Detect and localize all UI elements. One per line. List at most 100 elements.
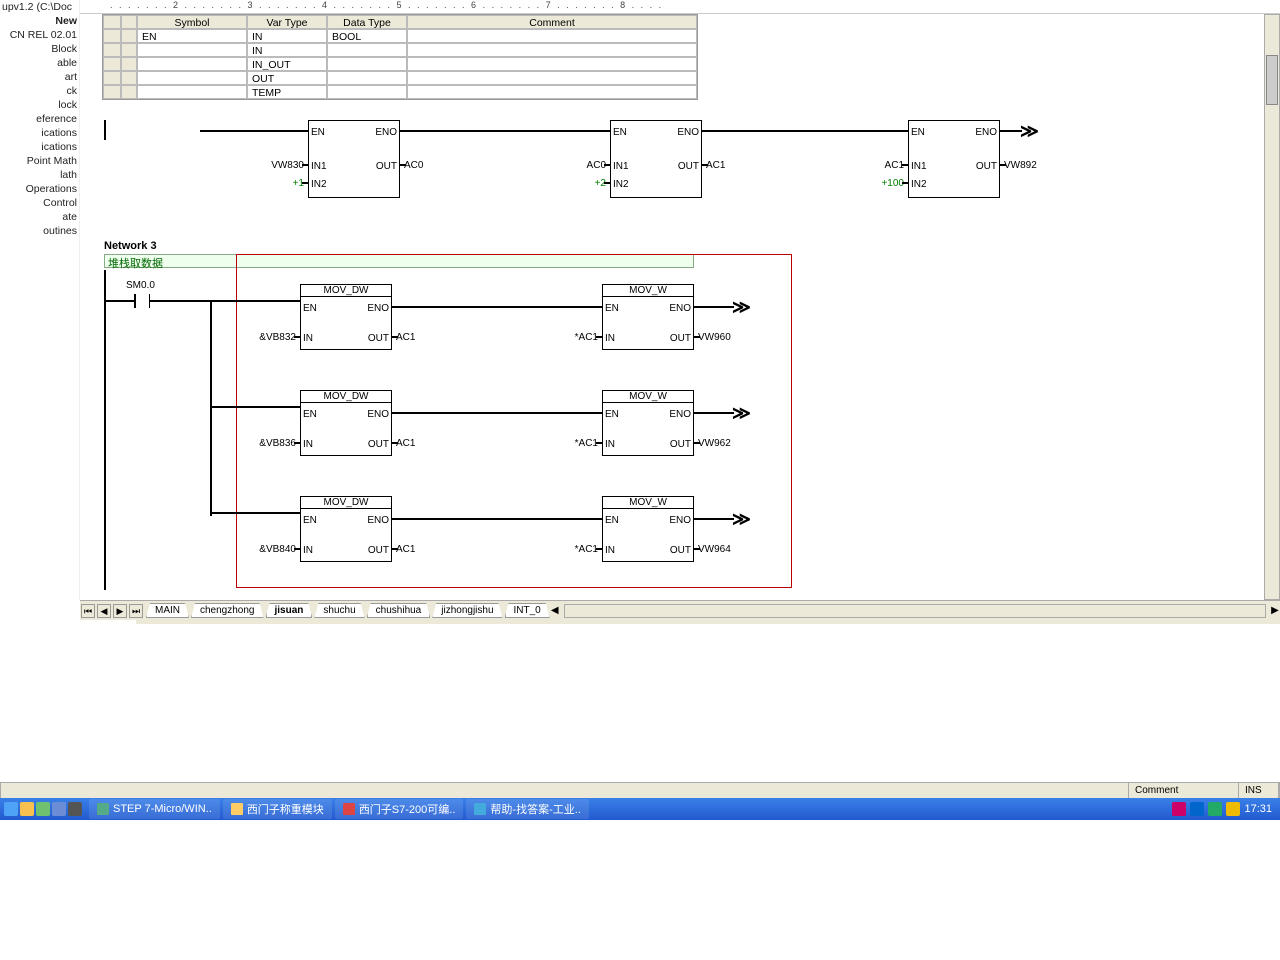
tab-more-icon[interactable]: ◀ xyxy=(550,605,560,616)
nav-prev-icon[interactable]: ◀ xyxy=(97,604,111,618)
ql-ie-icon[interactable] xyxy=(4,802,18,816)
var-cell[interactable] xyxy=(137,57,247,71)
ql-icon3[interactable] xyxy=(36,802,50,816)
var-cell[interactable] xyxy=(103,29,121,43)
nav-next-icon[interactable]: ▶ xyxy=(113,604,127,618)
var-cell[interactable] xyxy=(121,57,137,71)
var-cell[interactable] xyxy=(327,43,407,57)
var-cell[interactable] xyxy=(103,71,121,85)
block-input: &VB836 xyxy=(248,438,296,449)
var-cell[interactable]: OUT xyxy=(247,71,327,85)
var-cell[interactable] xyxy=(407,43,697,57)
fbd-block[interactable]: MOV_WENENOINOUT xyxy=(602,496,694,562)
var-cell[interactable]: IN xyxy=(247,43,327,57)
var-cell[interactable] xyxy=(121,29,137,43)
vertical-scrollbar[interactable] xyxy=(1264,14,1280,600)
tree-item[interactable]: art xyxy=(0,70,79,84)
fbd-block[interactable]: MOV_WENENOINOUT xyxy=(602,284,694,350)
var-cell[interactable]: BOOL xyxy=(327,29,407,43)
var-cell[interactable]: EN xyxy=(137,29,247,43)
scrollbar-thumb[interactable] xyxy=(1266,55,1278,105)
tree-item[interactable]: CN REL 02.01 xyxy=(0,28,79,42)
wire xyxy=(210,300,212,516)
tree-item[interactable]: ications xyxy=(0,126,79,140)
variable-table[interactable]: SymbolVar TypeData TypeCommentENINBOOLIN… xyxy=(102,14,698,100)
tree-item[interactable]: lath xyxy=(0,168,79,182)
ladder-canvas[interactable]: ENENOIN1IN2OUTVW830+1AC0ENENOIN1IN2OUTAC… xyxy=(80,120,1262,598)
wire xyxy=(150,300,210,302)
var-cell[interactable] xyxy=(103,57,121,71)
var-cell[interactable] xyxy=(407,57,697,71)
var-cell[interactable] xyxy=(407,85,697,99)
var-cell[interactable] xyxy=(327,71,407,85)
program-tab[interactable]: jizhongjishu xyxy=(432,603,502,618)
var-cell[interactable] xyxy=(327,85,407,99)
tree-item[interactable]: ications xyxy=(0,140,79,154)
tray-icon2[interactable] xyxy=(1190,802,1204,816)
tree-item[interactable]: able xyxy=(0,56,79,70)
tray-icon3[interactable] xyxy=(1208,802,1222,816)
block-input: AC0 xyxy=(560,160,606,171)
var-cell[interactable] xyxy=(103,43,121,57)
nav-first-icon[interactable]: ⏮ xyxy=(81,604,95,618)
program-tab[interactable]: chushihua xyxy=(367,603,431,618)
taskbar-button[interactable]: STEP 7-Micro/WIN.. xyxy=(89,799,220,819)
fbd-block[interactable]: ENENOIN1IN2OUT xyxy=(610,120,702,198)
fbd-block[interactable]: ENENOIN1IN2OUT xyxy=(308,120,400,198)
fbd-block[interactable]: ENENOIN1IN2OUT xyxy=(908,120,1000,198)
var-cell[interactable] xyxy=(121,43,137,57)
tree-item[interactable]: ate xyxy=(0,210,79,224)
block-input: VW830 xyxy=(258,160,304,171)
var-cell[interactable] xyxy=(407,29,697,43)
contact-label: SM0.0 xyxy=(126,280,155,291)
fbd-block[interactable]: MOV_WENENOINOUT xyxy=(602,390,694,456)
var-cell[interactable] xyxy=(137,43,247,57)
tree-item[interactable]: eference xyxy=(0,112,79,126)
tree-item[interactable]: lock xyxy=(0,98,79,112)
program-tab[interactable]: chengzhong xyxy=(191,603,264,618)
ql-icon5[interactable] xyxy=(68,802,82,816)
ql-desktop-icon[interactable] xyxy=(20,802,34,816)
var-cell[interactable]: IN_OUT xyxy=(247,57,327,71)
fbd-block[interactable]: MOV_DWENENOINOUT xyxy=(300,284,392,350)
var-cell[interactable]: TEMP xyxy=(247,85,327,99)
wire xyxy=(294,548,300,550)
tree-item[interactable]: ck xyxy=(0,84,79,98)
block-output: AC1 xyxy=(396,332,415,343)
wire xyxy=(104,300,134,302)
tree-item[interactable]: Point Math xyxy=(0,154,79,168)
var-cell[interactable] xyxy=(407,71,697,85)
horizontal-scrollbar[interactable] xyxy=(564,604,1266,618)
program-tab[interactable]: MAIN xyxy=(146,603,189,618)
fbd-block[interactable]: MOV_DWENENOINOUT xyxy=(300,496,392,562)
fbd-block[interactable]: MOV_DWENENOINOUT xyxy=(300,390,392,456)
taskbar-button[interactable]: 帮助-找答案-工业.. xyxy=(466,799,588,819)
taskbar-button[interactable]: 西门子称重模块 xyxy=(223,799,332,819)
var-cell[interactable] xyxy=(327,57,407,71)
program-tab[interactable]: jisuan xyxy=(266,603,313,618)
var-cell[interactable]: IN xyxy=(247,29,327,43)
ql-icon4[interactable] xyxy=(52,802,66,816)
var-cell[interactable] xyxy=(121,85,137,99)
program-tab[interactable]: INT_0 xyxy=(505,603,550,618)
var-cell[interactable] xyxy=(103,85,121,99)
tree-item[interactable]: outines xyxy=(0,224,79,238)
tree-item[interactable]: Control xyxy=(0,196,79,210)
taskbar-button[interactable]: 西门子S7-200可编.. xyxy=(335,799,464,819)
tree-item[interactable]: New xyxy=(0,14,79,28)
nav-last-icon[interactable]: ⏭ xyxy=(129,604,143,618)
var-cell[interactable] xyxy=(137,85,247,99)
tree-item[interactable]: Block xyxy=(0,42,79,56)
tray-icon1[interactable] xyxy=(1172,802,1186,816)
tree-item[interactable]: Operations xyxy=(0,182,79,196)
app-icon xyxy=(343,803,355,815)
taskbar: STEP 7-Micro/WIN..西门子称重模块西门子S7-200可编..帮助… xyxy=(0,798,1280,820)
var-cell[interactable] xyxy=(121,71,137,85)
project-tree-sidebar[interactable]: upv1.2 (C:\Doc NewCN REL 02.01Blockablea… xyxy=(0,0,80,600)
quick-launch xyxy=(0,802,86,816)
program-tab[interactable]: shuchu xyxy=(314,603,364,618)
tray-icon4[interactable] xyxy=(1226,802,1240,816)
var-cell[interactable] xyxy=(137,71,247,85)
contact[interactable] xyxy=(134,294,150,308)
tab-more2-icon[interactable]: ▶ xyxy=(1270,605,1280,616)
